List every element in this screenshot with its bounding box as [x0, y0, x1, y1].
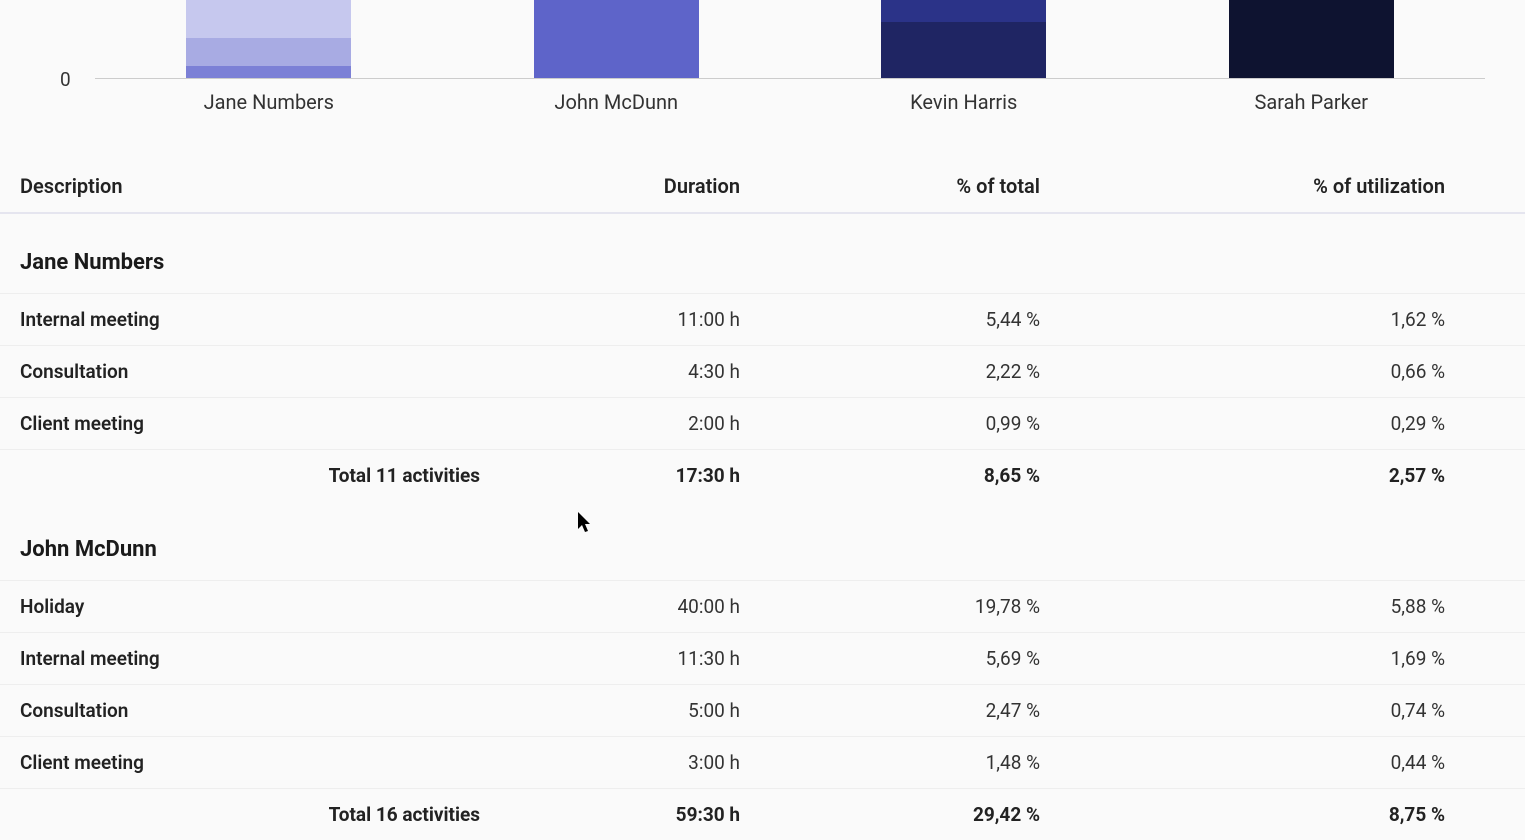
table-row[interactable]: Internal meeting11:00 h5,44 %1,62 % [0, 294, 1525, 346]
cell-pct-total: 19,78 % [760, 595, 1060, 618]
column-header-pct-utilization[interactable]: % of utilization [1060, 174, 1505, 198]
chart-bar-segment [534, 0, 699, 78]
total-duration: 17:30 h [500, 464, 760, 487]
x-axis-line [95, 78, 1485, 79]
total-pct-total: 8,65 % [760, 464, 1060, 487]
table-row[interactable]: Internal meeting11:30 h5,69 %1,69 % [0, 633, 1525, 685]
column-header-duration[interactable]: Duration [500, 174, 760, 198]
cell-pct-total: 0,99 % [760, 412, 1060, 435]
cell-description: Client meeting [20, 751, 500, 774]
column-header-description[interactable]: Description [20, 174, 500, 198]
cell-duration: 3:00 h [500, 751, 760, 774]
cell-pct-utilization: 0,29 % [1060, 412, 1505, 435]
chart-bar-segment [881, 0, 1046, 22]
chart-bar-segment [186, 0, 351, 38]
cell-duration: 4:30 h [500, 360, 760, 383]
chart-category-label: Kevin Harris [790, 90, 1138, 114]
table-total-row: Total 16 activities59:30 h29,42 %8,75 % [0, 789, 1525, 840]
table-row[interactable]: Consultation4:30 h2,22 %0,66 % [0, 346, 1525, 398]
cell-duration: 5:00 h [500, 699, 760, 722]
table-header-row: Description Duration % of total % of uti… [0, 160, 1525, 214]
cell-duration: 2:00 h [500, 412, 760, 435]
chart-bar-segment [881, 22, 1046, 78]
total-duration: 59:30 h [500, 803, 760, 826]
table-row[interactable]: Consultation5:00 h2,47 %0,74 % [0, 685, 1525, 737]
chart-bar [186, 0, 351, 78]
cell-description: Consultation [20, 699, 500, 722]
table-body: Jane NumbersInternal meeting11:00 h5,44 … [0, 214, 1525, 840]
table-group-name: John McDunn [0, 501, 1525, 581]
cell-pct-total: 1,48 % [760, 751, 1060, 774]
cell-pct-utilization: 0,44 % [1060, 751, 1505, 774]
cell-duration: 11:30 h [500, 647, 760, 670]
table-total-row: Total 11 activities17:30 h8,65 %2,57 % [0, 450, 1525, 501]
cell-pct-utilization: 0,74 % [1060, 699, 1505, 722]
table-row[interactable]: Client meeting3:00 h1,48 %0,44 % [0, 737, 1525, 789]
cell-pct-utilization: 5,88 % [1060, 595, 1505, 618]
activity-table: Description Duration % of total % of uti… [0, 160, 1525, 840]
cell-pct-utilization: 1,62 % [1060, 308, 1505, 331]
chart-bar-segment [186, 66, 351, 78]
cell-pct-utilization: 0,66 % [1060, 360, 1505, 383]
chart-category-label: Jane Numbers [95, 90, 443, 114]
chart-area: 0 Jane Numbers John McDunn Kevin Harris … [0, 0, 1525, 130]
cell-description: Internal meeting [20, 308, 500, 331]
total-pct-utilization: 2,57 % [1060, 464, 1505, 487]
chart-bar [1229, 0, 1394, 78]
chart-bars-row [95, 0, 1485, 78]
chart-bar [534, 0, 699, 78]
total-pct-utilization: 8,75 % [1060, 803, 1505, 826]
cell-description: Client meeting [20, 412, 500, 435]
chart-labels-row: Jane Numbers John McDunn Kevin Harris Sa… [95, 90, 1485, 114]
column-header-pct-total[interactable]: % of total [760, 174, 1060, 198]
chart-bar-segment [1229, 0, 1394, 78]
cell-pct-utilization: 1,69 % [1060, 647, 1505, 670]
total-label: Total 16 activities [20, 803, 500, 826]
cell-description: Consultation [20, 360, 500, 383]
chart-category-label: Sarah Parker [1138, 90, 1486, 114]
total-label: Total 11 activities [20, 464, 500, 487]
cell-description: Internal meeting [20, 647, 500, 670]
cell-pct-total: 2,22 % [760, 360, 1060, 383]
cell-description: Holiday [20, 595, 500, 618]
cell-pct-total: 5,44 % [760, 308, 1060, 331]
chart-category-label: John McDunn [443, 90, 791, 114]
cell-duration: 11:00 h [500, 308, 760, 331]
table-row[interactable]: Client meeting2:00 h0,99 %0,29 % [0, 398, 1525, 450]
cell-pct-total: 5,69 % [760, 647, 1060, 670]
total-pct-total: 29,42 % [760, 803, 1060, 826]
chart-bar [881, 0, 1046, 78]
table-row[interactable]: Holiday40:00 h19,78 %5,88 % [0, 581, 1525, 633]
y-axis-tick-zero: 0 [60, 68, 71, 91]
cell-duration: 40:00 h [500, 595, 760, 618]
cell-pct-total: 2,47 % [760, 699, 1060, 722]
table-group-name: Jane Numbers [0, 214, 1525, 294]
chart-bar-segment [186, 38, 351, 66]
